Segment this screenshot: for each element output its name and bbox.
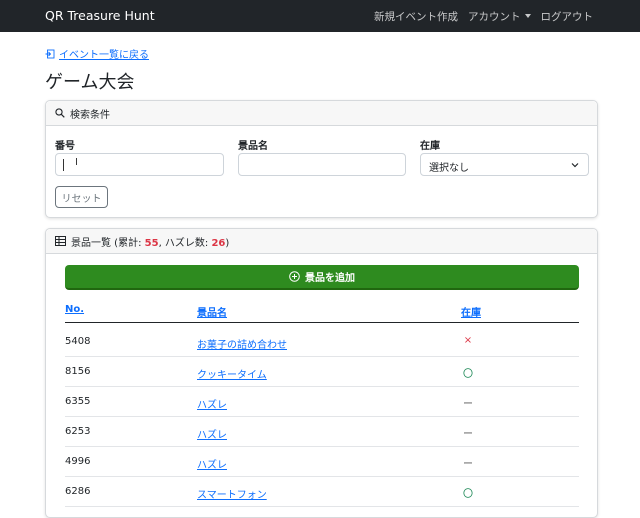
- total-count: 55: [144, 237, 159, 249]
- prize-list-card: 景品一覧 (累計: 55, ハズレ数: 26) 景品を追加 No. 景品名 在庫…: [45, 228, 598, 518]
- row-number: 6286: [65, 486, 91, 497]
- in-stock-icon: 〇: [463, 489, 473, 500]
- stock-label: 在庫: [420, 141, 440, 152]
- row-number: 5408: [65, 336, 91, 347]
- prize-name-link[interactable]: ハズレ: [197, 456, 227, 471]
- ibeam-cursor-icon: I: [75, 157, 78, 168]
- search-card-title: 検索条件: [70, 109, 110, 121]
- prize-name-link[interactable]: クッキータイム: [197, 366, 267, 381]
- add-prize-button[interactable]: 景品を追加: [65, 265, 579, 290]
- in-stock-icon: 〇: [463, 369, 473, 380]
- nav-account-label: アカウント: [468, 11, 521, 23]
- number-label: 番号: [55, 141, 75, 152]
- back-link-label: イベント一覧に戻る: [59, 50, 149, 61]
- add-prize-label: 景品を追加: [305, 273, 355, 284]
- back-to-events-link[interactable]: イベント一覧に戻る: [45, 46, 149, 61]
- row-number: 6355: [65, 396, 91, 407]
- nav-new-event[interactable]: 新規イベント作成: [374, 9, 458, 24]
- caret-down-icon: [524, 14, 531, 18]
- table-header: No. 景品名 在庫: [65, 299, 579, 323]
- navbar: QR Treasure Hunt 新規イベント作成 アカウント ログアウト: [0, 0, 640, 32]
- prize-list-header: 景品一覧 (累計: 55, ハズレ数: 26): [46, 229, 597, 254]
- table-row: 8156 クッキータイム 〇: [65, 357, 579, 387]
- row-number: 6253: [65, 426, 91, 437]
- not-applicable-icon: ー: [463, 429, 473, 440]
- page-title: ゲーム大会: [45, 72, 135, 93]
- text-cursor: [63, 159, 64, 171]
- nav-logout[interactable]: ログアウト: [541, 9, 594, 24]
- table-row: 6253 ハズレ ー: [65, 417, 579, 447]
- not-applicable-icon: ー: [463, 399, 473, 410]
- search-icon: [55, 108, 65, 118]
- prize-list-title-prefix: 景品一覧 (累計:: [71, 237, 145, 249]
- prize-list-title-suffix: ): [225, 237, 230, 249]
- column-prize-name[interactable]: 景品名: [197, 304, 227, 319]
- brand-logo[interactable]: QR Treasure Hunt: [45, 8, 155, 23]
- prize-list-title: 景品一覧 (累計: 55, ハズレ数: 26): [71, 234, 229, 249]
- prize-name-link[interactable]: スマートフォン: [197, 486, 267, 501]
- nav-account-dropdown[interactable]: アカウント: [468, 9, 531, 24]
- column-no[interactable]: No.: [65, 304, 84, 315]
- search-card-header: 検索条件: [46, 101, 597, 126]
- plus-circle-icon: [289, 271, 300, 282]
- prize-name-label: 景品名: [238, 141, 268, 152]
- nav-links: 新規イベント作成 アカウント ログアウト: [374, 9, 593, 24]
- table-icon: [55, 236, 66, 246]
- out-of-stock-icon: ×: [463, 335, 473, 346]
- row-number: 8156: [65, 366, 91, 377]
- table-row: 4996 ハズレ ー: [65, 447, 579, 477]
- prize-name-link[interactable]: ハズレ: [197, 426, 227, 441]
- row-number: 4996: [65, 456, 91, 467]
- reset-button[interactable]: リセット: [55, 186, 108, 208]
- chevron-down-icon: [571, 163, 579, 168]
- stock-select[interactable]: 選択なし: [420, 153, 589, 176]
- not-applicable-icon: ー: [463, 459, 473, 470]
- column-stock[interactable]: 在庫: [461, 304, 481, 319]
- table-row: 6355 ハズレ ー: [65, 387, 579, 417]
- prize-name-link[interactable]: お菓子の詰め合わせ: [197, 336, 287, 351]
- table-row: 5408 お菓子の詰め合わせ ×: [65, 327, 579, 357]
- prize-list-title-mid: , ハズレ数:: [158, 237, 212, 249]
- prize-name-link[interactable]: ハズレ: [197, 396, 227, 411]
- miss-count: 26: [211, 237, 226, 249]
- number-input[interactable]: I: [55, 153, 224, 176]
- prize-name-input[interactable]: [238, 153, 406, 176]
- stock-select-value: 選択なし: [429, 163, 469, 174]
- box-arrow-left-icon: [45, 49, 55, 58]
- table-row: 6286 スマートフォン 〇: [65, 477, 579, 507]
- search-card: 検索条件 番号 I 景品名 在庫 選択なし リセット: [45, 100, 598, 218]
